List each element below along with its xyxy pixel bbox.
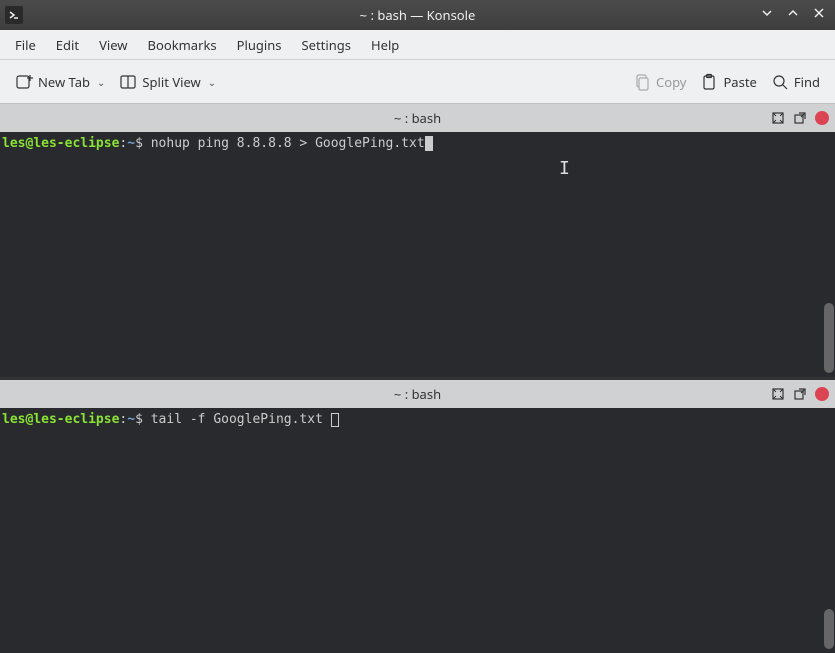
split-view-button[interactable]: Split View ⌄ bbox=[112, 69, 223, 95]
copy-button[interactable]: Copy bbox=[626, 69, 693, 95]
split-view-label: Split View bbox=[142, 73, 200, 91]
panes: ~ : bash les@les-eclipse:~$ nohup ping 8… bbox=[0, 104, 835, 653]
app-icon bbox=[5, 6, 23, 24]
pane-title: ~ : bash bbox=[394, 385, 441, 403]
terminal-top[interactable]: les@les-eclipse:~$ nohup ping 8.8.8.8 > … bbox=[0, 132, 835, 377]
minimize-button[interactable] bbox=[759, 6, 775, 24]
maximize-pane-icon[interactable] bbox=[771, 111, 785, 125]
prompt-path: ~ bbox=[127, 412, 135, 427]
menubar: File Edit View Bookmarks Plugins Setting… bbox=[0, 30, 835, 60]
scrollbar[interactable] bbox=[824, 609, 834, 649]
prompt-host: les-eclipse bbox=[33, 412, 119, 427]
prompt-dollar: $ bbox=[135, 412, 151, 427]
menu-bookmarks[interactable]: Bookmarks bbox=[138, 32, 227, 58]
detach-pane-icon[interactable] bbox=[793, 387, 807, 401]
pane-title: ~ : bash bbox=[394, 109, 441, 127]
new-tab-label: New Tab bbox=[38, 73, 90, 91]
menu-edit[interactable]: Edit bbox=[46, 32, 89, 58]
detach-pane-icon[interactable] bbox=[793, 111, 807, 125]
close-button[interactable] bbox=[811, 6, 827, 24]
find-button[interactable]: Find bbox=[764, 69, 827, 95]
command-text: tail -f GooglePing.txt bbox=[151, 412, 331, 427]
menu-view[interactable]: View bbox=[89, 32, 137, 58]
close-pane-icon[interactable] bbox=[815, 111, 829, 125]
prompt-path: ~ bbox=[127, 136, 135, 151]
menu-file[interactable]: File bbox=[5, 32, 46, 58]
cursor-icon bbox=[425, 136, 433, 151]
prompt-host: les-eclipse bbox=[33, 136, 119, 151]
terminal-bottom[interactable]: les@les-eclipse:~$ tail -f GooglePing.tx… bbox=[0, 408, 835, 653]
new-tab-button[interactable]: New Tab ⌄ bbox=[8, 69, 112, 95]
prompt-user: les bbox=[2, 136, 25, 151]
pane-header: ~ : bash bbox=[0, 104, 835, 132]
close-pane-icon[interactable] bbox=[815, 387, 829, 401]
window-title: ~ : bash — Konsole bbox=[360, 6, 476, 24]
menu-settings[interactable]: Settings bbox=[292, 32, 361, 58]
text-cursor-icon: I bbox=[559, 156, 570, 181]
find-label: Find bbox=[794, 73, 820, 91]
pane-top: ~ : bash les@les-eclipse:~$ nohup ping 8… bbox=[0, 104, 835, 377]
toolbar: New Tab ⌄ Split View ⌄ Copy Paste Find bbox=[0, 60, 835, 104]
cursor-icon bbox=[331, 413, 339, 427]
chevron-down-icon: ⌄ bbox=[97, 75, 105, 89]
scrollbar[interactable] bbox=[824, 303, 834, 373]
command-text: nohup ping 8.8.8.8 > GooglePing.txt bbox=[151, 136, 425, 151]
paste-button[interactable]: Paste bbox=[693, 69, 763, 95]
menu-help[interactable]: Help bbox=[361, 32, 409, 58]
titlebar: ~ : bash — Konsole bbox=[0, 0, 835, 30]
pane-bottom: ~ : bash les@les-eclipse:~$ tail -f Goog… bbox=[0, 380, 835, 653]
menu-plugins[interactable]: Plugins bbox=[227, 32, 292, 58]
prompt-user: les bbox=[2, 412, 25, 427]
maximize-pane-icon[interactable] bbox=[771, 387, 785, 401]
maximize-button[interactable] bbox=[785, 6, 801, 24]
pane-header: ~ : bash bbox=[0, 380, 835, 408]
chevron-down-icon: ⌄ bbox=[208, 75, 216, 89]
prompt-dollar: $ bbox=[135, 136, 151, 151]
copy-label: Copy bbox=[656, 73, 686, 91]
paste-label: Paste bbox=[723, 73, 756, 91]
